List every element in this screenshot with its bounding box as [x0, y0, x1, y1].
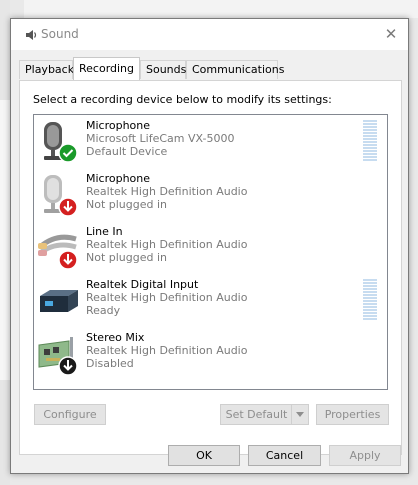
- device-text: Line In Realtek High Definition Audio No…: [86, 225, 247, 264]
- disabled-arrow-icon: [58, 356, 78, 376]
- device-item-line-in[interactable]: Line In Realtek High Definition Audio No…: [34, 221, 387, 274]
- device-item-stereo-mix[interactable]: Stereo Mix Realtek High Definition Audio…: [34, 327, 387, 380]
- device-status: Not plugged in: [86, 198, 168, 211]
- device-status: Not plugged in: [86, 251, 168, 264]
- unplugged-arrow-icon: [58, 197, 78, 217]
- cancel-button[interactable]: Cancel: [248, 445, 321, 466]
- device-driver: Realtek High Definition Audio: [86, 291, 248, 304]
- device-status: Disabled: [86, 357, 134, 370]
- sound-card-icon: [38, 337, 78, 376]
- tab-communications[interactable]: Communications: [186, 60, 284, 79]
- device-status: Default Device: [86, 145, 168, 158]
- recording-tab-panel: Select a recording device below to modif…: [19, 80, 402, 455]
- chevron-down-icon: [296, 412, 304, 417]
- close-icon: ✕: [384, 25, 398, 43]
- device-driver: Realtek High Definition Audio: [86, 344, 248, 357]
- device-driver: Microsoft LifeCam VX-5000: [86, 132, 235, 145]
- device-driver: Realtek High Definition Audio: [86, 238, 248, 251]
- device-name: Line In: [86, 225, 123, 238]
- device-item-digital-input[interactable]: Realtek Digital Input Realtek High Defin…: [34, 274, 387, 327]
- tab-recording[interactable]: Recording: [73, 57, 140, 80]
- device-name: Microphone: [86, 119, 151, 132]
- device-status: Ready: [86, 304, 121, 317]
- device-item-microphone-realtek[interactable]: Microphone Realtek High Definition Audio…: [34, 168, 387, 221]
- device-list[interactable]: Microphone Microsoft LifeCam VX-5000 Def…: [33, 114, 388, 390]
- level-meter: [363, 120, 377, 161]
- device-name: Realtek Digital Input: [86, 278, 199, 291]
- device-text: Microphone Microsoft LifeCam VX-5000 Def…: [86, 119, 235, 158]
- instruction-text: Select a recording device below to modif…: [33, 93, 332, 106]
- unplugged-arrow-icon: [58, 250, 78, 270]
- device-name: Microphone: [86, 172, 151, 185]
- device-text: Realtek Digital Input Realtek High Defin…: [86, 278, 247, 317]
- sound-dialog: Sound ✕ Playback Recording Sounds Commun…: [10, 18, 409, 474]
- default-check-icon: [58, 143, 78, 163]
- tab-sounds[interactable]: Sounds: [140, 60, 186, 79]
- device-item-microphone-lifecam[interactable]: Microphone Microsoft LifeCam VX-5000 Def…: [34, 115, 387, 168]
- close-button[interactable]: ✕: [380, 23, 402, 45]
- background-window-edge: [24, 0, 418, 18]
- apply-button[interactable]: Apply: [329, 445, 401, 466]
- device-name: Stereo Mix: [86, 331, 145, 344]
- microphone-icon: [44, 175, 78, 217]
- ok-button[interactable]: OK: [168, 445, 240, 466]
- microphone-icon: [44, 122, 78, 163]
- window-title: Sound: [41, 27, 79, 41]
- speaker-app-icon: [26, 30, 37, 40]
- level-meter: [363, 279, 377, 320]
- device-text: Microphone Realtek High Definition Audio…: [86, 172, 247, 211]
- digital-input-box-icon: [40, 290, 78, 312]
- configure-button[interactable]: Configure: [34, 404, 106, 425]
- tab-playback[interactable]: Playback: [19, 60, 74, 79]
- title-bar[interactable]: Sound ✕: [11, 19, 408, 50]
- set-default-button[interactable]: Set Default: [220, 404, 309, 425]
- set-default-label: Set Default: [225, 408, 288, 421]
- properties-button[interactable]: Properties: [316, 404, 389, 425]
- device-driver: Realtek High Definition Audio: [86, 185, 248, 198]
- device-text: Stereo Mix Realtek High Definition Audio…: [86, 331, 247, 370]
- set-default-dropdown[interactable]: [291, 405, 308, 424]
- line-in-cable-icon: [38, 234, 78, 270]
